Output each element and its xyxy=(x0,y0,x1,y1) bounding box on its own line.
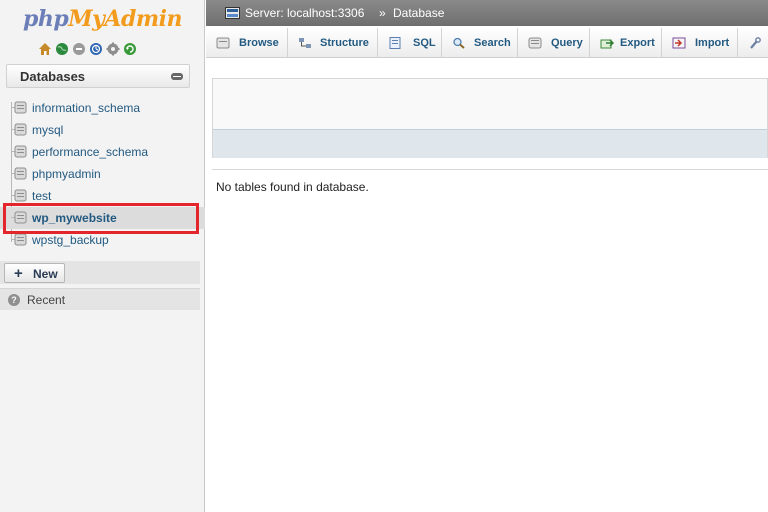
logo-myadmin-text: MyAdmin xyxy=(68,6,182,32)
navigation-sidebar: phpMyAdmin Databases information_schema xyxy=(0,0,205,512)
database-item-performance-schema[interactable]: performance_schema xyxy=(0,141,205,163)
database-icon xyxy=(14,145,27,158)
database-icon xyxy=(14,189,27,202)
database-icon xyxy=(14,101,27,114)
database-item-wpstg-backup[interactable]: wpstg_backup xyxy=(0,229,205,251)
import-icon xyxy=(672,37,686,49)
tab-sql[interactable]: SQL xyxy=(378,28,442,58)
docs-icon[interactable] xyxy=(89,42,103,56)
tab-import[interactable]: Import xyxy=(662,28,738,58)
phpmyadmin-logo[interactable]: phpMyAdmin xyxy=(0,6,205,34)
structure-icon xyxy=(299,38,311,48)
breadcrumb-server[interactable]: Server: localhost:3306 xyxy=(245,6,364,20)
home-icon[interactable] xyxy=(38,42,52,56)
tab-label: Search xyxy=(474,37,511,49)
breadcrumb-separator: » xyxy=(379,6,386,20)
content-panel xyxy=(212,78,768,158)
new-button-label: New xyxy=(33,267,58,281)
tab-browse[interactable]: Browse xyxy=(206,28,288,58)
quick-links xyxy=(38,42,137,58)
recent-tables-toggle[interactable]: ? Recent xyxy=(0,288,200,310)
tab-query[interactable]: Query xyxy=(518,28,590,58)
databases-panel-header: Databases xyxy=(6,64,190,88)
database-name[interactable]: wpstg_backup xyxy=(32,233,109,247)
query-icon xyxy=(528,37,542,49)
new-database-button[interactable]: + New xyxy=(4,263,65,283)
recent-icon: ? xyxy=(8,294,20,306)
database-icon xyxy=(14,233,27,246)
globe-icon[interactable] xyxy=(55,42,69,56)
tab-label: Structure xyxy=(320,37,369,49)
database-name[interactable]: mysql xyxy=(32,123,63,137)
database-name[interactable]: performance_schema xyxy=(32,145,148,159)
reload-icon[interactable] xyxy=(123,42,137,56)
new-database-row: + New xyxy=(0,261,200,284)
tab-structure[interactable]: Structure xyxy=(288,28,378,58)
database-icon xyxy=(14,211,27,224)
tab-search[interactable]: Search xyxy=(442,28,518,58)
tab-export[interactable]: Export xyxy=(590,28,662,58)
logo-php-text: php xyxy=(23,6,69,32)
database-item-mysql[interactable]: mysql xyxy=(0,119,205,141)
tab-operations[interactable] xyxy=(738,28,768,58)
tab-label: Query xyxy=(551,37,583,49)
tab-label: Export xyxy=(620,37,655,49)
tab-bar: Browse Structure SQL Search Query Export… xyxy=(206,28,768,58)
tab-label: Browse xyxy=(239,37,279,49)
database-item-information-schema[interactable]: information_schema xyxy=(0,97,205,119)
breadcrumb-bar: Server: localhost:3306 » Database xyxy=(206,0,768,26)
panel-footer-band xyxy=(213,129,767,158)
database-name[interactable]: phpmyadmin xyxy=(32,167,101,181)
settings-icon[interactable] xyxy=(106,42,120,56)
wrench-icon xyxy=(750,37,761,49)
export-icon xyxy=(600,39,614,49)
database-item-phpmyadmin[interactable]: phpmyadmin xyxy=(0,163,205,185)
collapse-icon[interactable] xyxy=(171,73,183,80)
sql-icon xyxy=(389,37,401,49)
databases-heading: Databases xyxy=(20,69,86,84)
database-item-test[interactable]: test xyxy=(0,185,205,207)
database-icon xyxy=(14,167,27,180)
server-icon xyxy=(225,7,240,19)
database-name[interactable]: test xyxy=(32,189,51,203)
tab-label: Import xyxy=(695,37,730,49)
recent-label: Recent xyxy=(27,293,66,307)
database-icon xyxy=(14,123,27,136)
tab-label: SQL xyxy=(413,37,436,49)
no-tables-message: No tables found in database. xyxy=(216,180,369,194)
logout-icon[interactable] xyxy=(72,42,86,56)
browse-icon xyxy=(216,37,230,49)
plus-icon: + xyxy=(14,265,23,282)
content-divider xyxy=(212,169,768,170)
search-icon xyxy=(453,37,465,49)
breadcrumb-database[interactable]: Database xyxy=(393,6,444,20)
database-name[interactable]: wp_mywebsite xyxy=(32,211,117,225)
database-name[interactable]: information_schema xyxy=(32,101,140,115)
database-item-wp-mywebsite[interactable]: wp_mywebsite xyxy=(0,207,205,229)
